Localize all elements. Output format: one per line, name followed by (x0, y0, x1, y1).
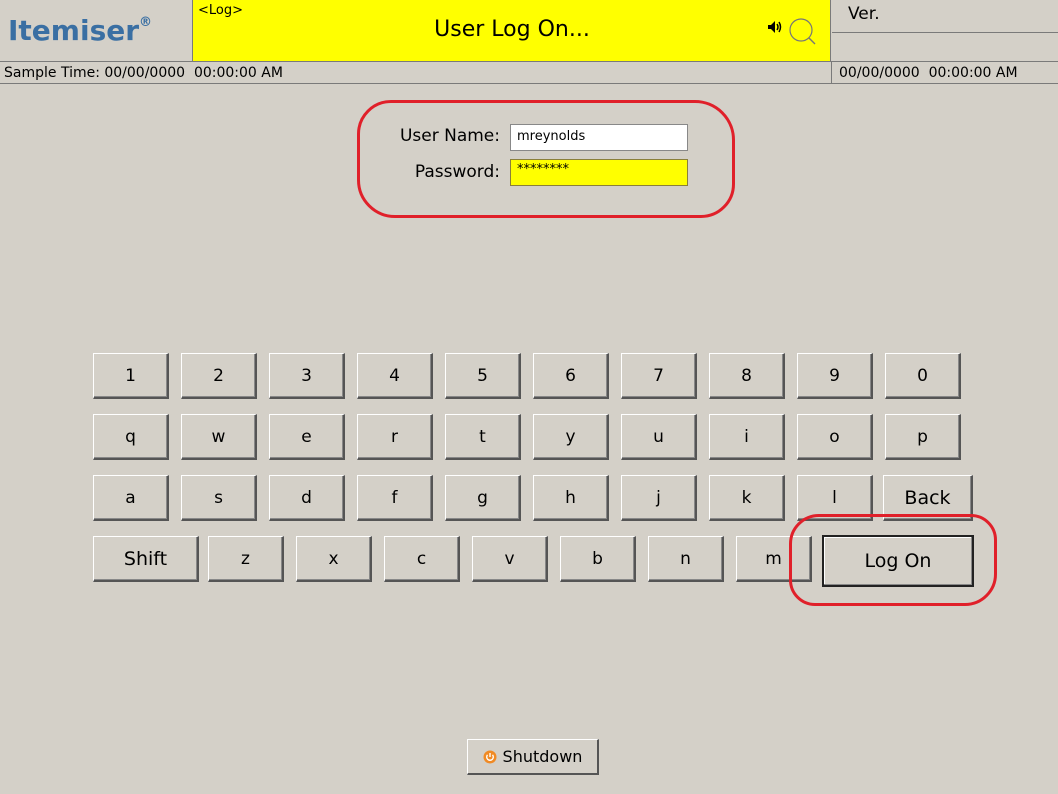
key-i[interactable]: i (709, 414, 785, 460)
key-z[interactable]: z (208, 536, 284, 582)
version-label: Ver. (848, 4, 880, 24)
status-bar: Sample Time: 00/00/0000 00:00:00 AM 00/0… (0, 61, 1058, 84)
shutdown-label: Shutdown (502, 747, 583, 766)
key-p[interactable]: p (885, 414, 961, 460)
key-9[interactable]: 9 (797, 353, 873, 399)
key-h[interactable]: h (533, 475, 609, 521)
log-on-button[interactable]: Log On (822, 535, 974, 587)
user-name-field[interactable]: mreynolds (510, 124, 688, 151)
password-label: Password: (414, 162, 500, 182)
key-u[interactable]: u (621, 414, 697, 460)
key-4[interactable]: 4 (357, 353, 433, 399)
key-e[interactable]: e (269, 414, 345, 460)
shutdown-button[interactable]: Shutdown (467, 739, 599, 775)
screen-tag: <Log> (198, 3, 244, 18)
key-k[interactable]: k (709, 475, 785, 521)
key-y[interactable]: y (533, 414, 609, 460)
clock: 00/00/0000 00:00:00 AM (839, 65, 1018, 81)
key-s[interactable]: s (181, 475, 257, 521)
key-f[interactable]: f (357, 475, 433, 521)
search-icon[interactable] (785, 14, 819, 48)
key-m[interactable]: m (736, 536, 812, 582)
title-bar: <Log> User Log On... (193, 0, 831, 61)
speaker-icon[interactable] (767, 20, 783, 34)
key-a[interactable]: a (93, 475, 169, 521)
key-8[interactable]: 8 (709, 353, 785, 399)
key-t[interactable]: t (445, 414, 521, 460)
page-title: User Log On... (434, 17, 590, 42)
sample-time: Sample Time: 00/00/0000 00:00:00 AM (4, 65, 283, 81)
key-3[interactable]: 3 (269, 353, 345, 399)
key-c[interactable]: c (384, 536, 460, 582)
key-d[interactable]: d (269, 475, 345, 521)
key-g[interactable]: g (445, 475, 521, 521)
app-logo: Itemiser® (8, 14, 153, 47)
logo-cell: Itemiser® (0, 0, 193, 61)
key-b[interactable]: b (560, 536, 636, 582)
back-key[interactable]: Back (883, 475, 973, 521)
key-2[interactable]: 2 (181, 353, 257, 399)
password-field[interactable]: ******** (510, 159, 688, 186)
key-j[interactable]: j (621, 475, 697, 521)
divider (832, 32, 1058, 33)
key-x[interactable]: x (296, 536, 372, 582)
key-r[interactable]: r (357, 414, 433, 460)
key-v[interactable]: v (472, 536, 548, 582)
version-cell: Ver. (832, 0, 1058, 61)
key-n[interactable]: n (648, 536, 724, 582)
key-w[interactable]: w (181, 414, 257, 460)
key-6[interactable]: 6 (533, 353, 609, 399)
key-1[interactable]: 1 (93, 353, 169, 399)
user-name-label: User Name: (399, 126, 500, 146)
key-5[interactable]: 5 (445, 353, 521, 399)
power-icon (483, 750, 497, 763)
key-l[interactable]: l (797, 475, 873, 521)
key-7[interactable]: 7 (621, 353, 697, 399)
divider (831, 62, 832, 84)
key-0[interactable]: 0 (885, 353, 961, 399)
key-q[interactable]: q (93, 414, 169, 460)
shift-key[interactable]: Shift (93, 536, 199, 582)
key-o[interactable]: o (797, 414, 873, 460)
